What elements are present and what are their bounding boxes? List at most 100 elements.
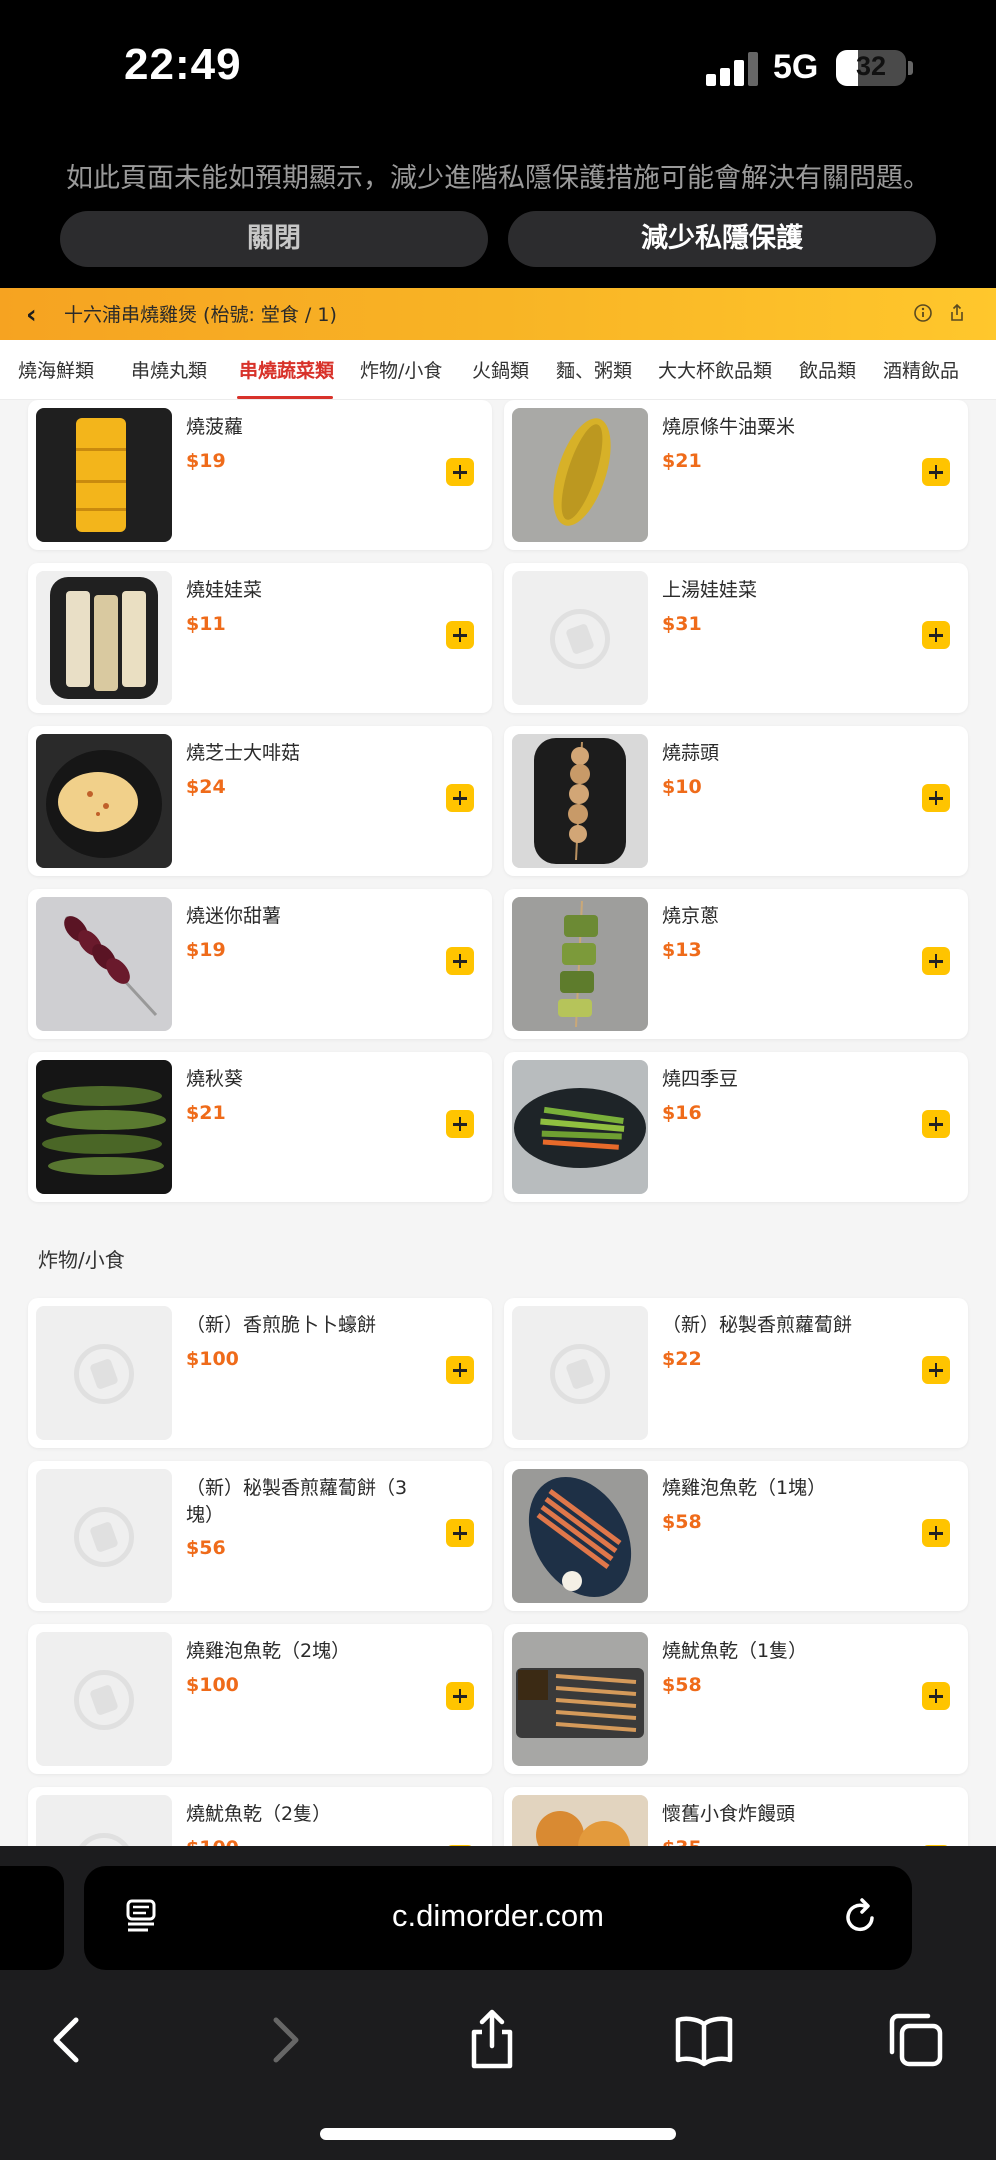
add-button[interactable] [446,458,474,486]
address-bar[interactable]: c.dimorder.com [84,1866,912,1970]
item-name: 燒四季豆 [662,1068,739,1090]
item-image [512,408,648,542]
bookmarks-icon[interactable] [672,2008,736,2072]
menu-item-card[interactable]: （新）香煎脆卜卜蠔餅 $100 [28,1298,492,1448]
item-name: （新）秘製香煎蘿蔔餅（3塊） [186,1477,408,1526]
item-image [512,1632,648,1766]
tab-category[interactable]: 串燒丸類 [131,356,207,383]
menu-item-card[interactable]: （新）秘製香煎蘿蔔餅 $22 [504,1298,968,1448]
menu-item-card[interactable]: 燒娃娃菜 $11 [28,563,492,713]
tab-category[interactable]: 炸物/小食 [360,356,442,383]
tab-category[interactable]: 火鍋類 [472,356,529,383]
item-name: 燒京蔥 [662,905,720,927]
item-image [36,408,172,542]
menu-item-card[interactable]: 燒雞泡魚乾（1塊） $58 [504,1461,968,1611]
menu-item-card[interactable]: （新）秘製香煎蘿蔔餅（3塊） $56 [28,1461,492,1611]
store-title: 十六浦串燒雞煲 (枱號: 堂食 / 1) [64,304,337,326]
item-price: $19 [186,450,226,472]
privacy-banner: 如此頁面未能如預期顯示，減少進階私隱保護措施可能會解決有關問題。 關閉 減少私隱… [0,138,996,288]
back-icon[interactable] [36,2008,100,2072]
share-icon[interactable] [460,2008,524,2072]
add-button[interactable] [446,1682,474,1710]
menu-item-card[interactable]: 燒京蔥 $13 [504,889,968,1039]
signal-icon [706,52,760,86]
reduce-privacy-button[interactable]: 減少私隱保護 [508,211,936,267]
home-indicator [320,2128,676,2140]
menu-item-card[interactable]: 燒魷魚乾（1隻） $58 [504,1624,968,1774]
active-tab-indicator [237,396,333,399]
placeholder-image-icon [512,571,648,705]
battery-tip [908,61,913,75]
tab-category[interactable]: 飲品類 [799,356,856,383]
item-price: $35 [662,1837,702,1846]
add-button[interactable] [922,458,950,486]
add-button[interactable] [922,784,950,812]
item-price: $16 [662,1102,702,1124]
add-button[interactable] [446,621,474,649]
item-image [36,734,172,868]
add-button[interactable] [922,1356,950,1384]
menu-item-card[interactable]: 燒菠蘿 $19 [28,400,492,550]
add-button[interactable] [446,1519,474,1547]
item-price: $19 [186,939,226,961]
menu-item-card[interactable]: 燒芝士大啡菇 $24 [28,726,492,876]
item-image [512,897,648,1031]
reload-icon[interactable] [840,1896,882,1938]
menu-item-card[interactable]: 燒雞泡魚乾（2塊） $100 [28,1624,492,1774]
tab-category[interactable]: 大大杯飲品類 [658,356,772,383]
store-header: ‹ 十六浦串燒雞煲 (枱號: 堂食 / 1) [0,288,996,340]
item-name: 懷舊小食炸饅頭 [662,1803,796,1825]
menu-item-card[interactable]: 燒原條牛油粟米 $21 [504,400,968,550]
close-button[interactable]: 關閉 [60,211,488,267]
add-button[interactable] [922,1519,950,1547]
item-name: 燒雞泡魚乾（2塊） [186,1640,351,1662]
item-price: $58 [662,1674,702,1696]
placeholder-image-icon [512,1306,648,1440]
add-button[interactable] [446,784,474,812]
menu-content: 燒菠蘿 $19 燒原條牛油粟米 $21 燒娃娃菜 $11 上湯娃娃菜 $31 燒… [0,400,996,1846]
menu-item-card[interactable]: 上湯娃娃菜 $31 [504,563,968,713]
network-label: 5G [773,48,819,86]
menu-item-card[interactable]: 懷舊小食炸饅頭 $35 [504,1787,968,1846]
tab-category[interactable]: 燒海鮮類 [18,356,94,383]
item-image [36,1060,172,1194]
add-button[interactable] [922,947,950,975]
tab-category-active[interactable]: 串燒蔬菜類 [239,356,334,383]
add-button[interactable] [446,1356,474,1384]
item-name: 燒芝士大啡菇 [186,742,301,764]
menu-item-card[interactable]: 燒魷魚乾（2隻） $100 [28,1787,492,1846]
tab-category[interactable]: 麵、粥類 [556,356,632,383]
item-image [36,897,172,1031]
share-icon[interactable] [946,302,968,324]
placeholder-image-icon [36,1469,172,1603]
item-price: $31 [662,613,702,635]
menu-item-card[interactable]: 燒秋葵 $21 [28,1052,492,1202]
item-image [512,1795,648,1846]
menu-item-card[interactable]: 燒蒜頭 $10 [504,726,968,876]
item-name: 燒菠蘿 [186,416,244,438]
item-name: （新）香煎脆卜卜蠔餅 [186,1314,377,1336]
item-name: （新）秘製香煎蘿蔔餅 [662,1314,853,1336]
tab-category[interactable]: 酒精飲品 [883,356,959,383]
item-name: 上湯娃娃菜 [662,579,758,601]
previous-tab-preview[interactable] [0,1866,64,1970]
item-name: 燒秋葵 [186,1068,244,1090]
add-button[interactable] [922,1682,950,1710]
back-icon[interactable]: ‹ [26,300,37,330]
add-button[interactable] [922,621,950,649]
item-name: 燒娃娃菜 [186,579,263,601]
menu-item-card[interactable]: 燒四季豆 $16 [504,1052,968,1202]
item-price: $10 [662,776,702,798]
item-name: 燒雞泡魚乾（1塊） [662,1477,827,1499]
info-icon[interactable] [912,302,934,324]
add-button[interactable] [446,1110,474,1138]
menu-item-card[interactable]: 燒迷你甜薯 $19 [28,889,492,1039]
item-name: 燒魷魚乾（2隻） [186,1803,332,1825]
tabs-icon[interactable] [884,2008,948,2072]
add-button[interactable] [922,1110,950,1138]
category-tabs: 燒海鮮類 串燒丸類 串燒蔬菜類 炸物/小食 火鍋類 麵、粥類 大大杯飲品類 飲品… [0,340,996,400]
add-button[interactable] [446,947,474,975]
forward-icon [273,2017,299,2063]
section-title: 炸物/小食 [38,1248,125,1272]
item-price: $13 [662,939,702,961]
